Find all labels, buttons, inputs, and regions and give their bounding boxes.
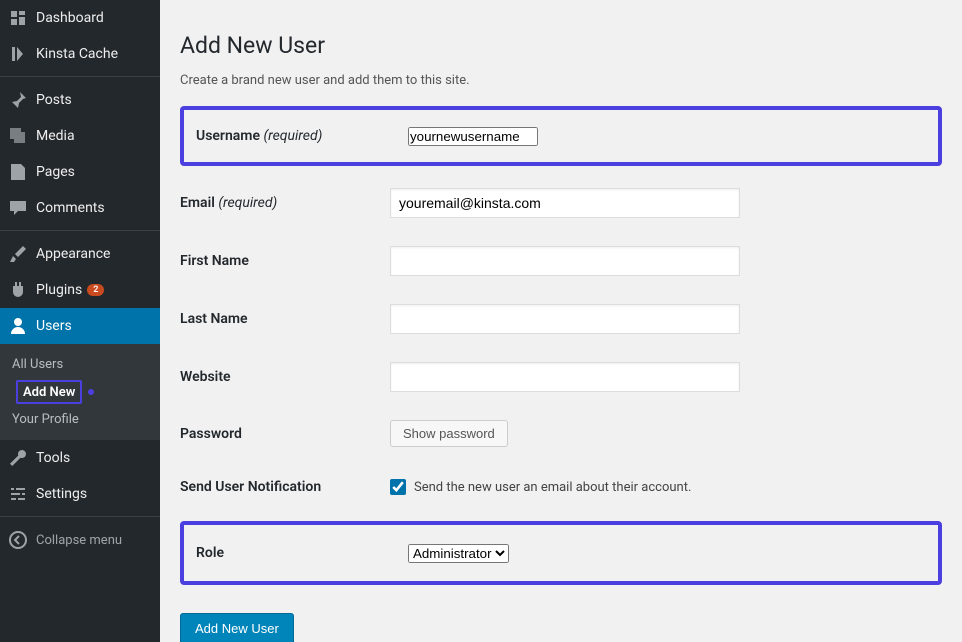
username-label: Username (required) [192, 116, 404, 156]
role-select[interactable]: Administrator [408, 544, 509, 563]
website-input[interactable] [390, 362, 740, 392]
sidebar-separator [0, 226, 160, 231]
page-description: Create a brand new user and add them to … [180, 73, 942, 88]
sidebar-item-tools[interactable]: Tools [0, 440, 160, 476]
sidebar-separator [0, 72, 160, 77]
collapse-icon [8, 530, 28, 550]
sidebar-label: Media [36, 128, 75, 144]
role-highlight: Role Administrator [180, 521, 942, 585]
page-title: Add New User [180, 32, 942, 59]
sliders-icon [8, 484, 28, 504]
sidebar-label: Settings [36, 486, 87, 502]
first-name-input[interactable] [390, 246, 740, 276]
notification-checkbox-row[interactable]: Send the new user an email about their a… [390, 479, 932, 495]
sidebar-submenu-users: All Users Add New Your Profile [0, 344, 160, 440]
sidebar-label: Comments [36, 200, 105, 216]
comment-icon [8, 198, 28, 218]
form-row-notification: Send User Notification Send the new user… [180, 461, 942, 513]
submenu-add-new-highlight: Add New [16, 380, 82, 404]
sidebar-separator [0, 512, 160, 517]
sidebar-label: Pages [36, 164, 75, 180]
email-label: Email (required) [180, 174, 380, 232]
form-row-password: Password Show password [180, 406, 942, 461]
sidebar-item-kinsta-cache[interactable]: Kinsta Cache [0, 36, 160, 72]
role-label: Role [192, 531, 404, 575]
user-form-table: Email (required) First Name Last Name We… [180, 174, 942, 513]
sidebar-label: Plugins [36, 282, 82, 298]
sidebar-label: Users [36, 318, 72, 334]
notification-text: Send the new user an email about their a… [414, 480, 691, 495]
show-password-button[interactable]: Show password [390, 420, 508, 447]
sidebar-label: Dashboard [36, 10, 104, 26]
last-name-input[interactable] [390, 304, 740, 334]
sidebar-label: Posts [36, 92, 72, 108]
sidebar-item-dashboard[interactable]: Dashboard [0, 0, 160, 36]
form-row-website: Website [180, 348, 942, 406]
password-label: Password [180, 406, 380, 461]
form-row-first-name: First Name [180, 232, 942, 290]
pages-icon [8, 162, 28, 182]
sidebar-item-posts[interactable]: Posts [0, 82, 160, 118]
kinsta-icon [8, 44, 28, 64]
username-input[interactable] [408, 127, 538, 146]
form-row-last-name: Last Name [180, 290, 942, 348]
admin-sidebar: Dashboard Kinsta Cache Posts Media Pages… [0, 0, 160, 642]
highlight-dot-icon [88, 389, 94, 395]
sidebar-label: Appearance [36, 246, 110, 262]
notification-label: Send User Notification [180, 461, 380, 513]
wrench-icon [8, 448, 28, 468]
submenu-add-new-row: Add New [0, 377, 160, 407]
collapse-label: Collapse menu [36, 533, 122, 548]
media-icon [8, 126, 28, 146]
sidebar-item-comments[interactable]: Comments [0, 190, 160, 226]
email-input[interactable] [390, 188, 740, 218]
sidebar-item-users[interactable]: Users [0, 308, 160, 344]
notification-checkbox[interactable] [390, 479, 406, 495]
sidebar-item-media[interactable]: Media [0, 118, 160, 154]
sidebar-item-pages[interactable]: Pages [0, 154, 160, 190]
website-label: Website [180, 348, 380, 406]
last-name-label: Last Name [180, 290, 380, 348]
main-content: Add New User Create a brand new user and… [160, 0, 962, 642]
submenu-your-profile[interactable]: Your Profile [0, 407, 160, 432]
sidebar-item-settings[interactable]: Settings [0, 476, 160, 512]
plug-icon [8, 280, 28, 300]
plugins-update-badge: 2 [87, 284, 104, 296]
pin-icon [8, 90, 28, 110]
sidebar-label: Kinsta Cache [36, 46, 118, 62]
sidebar-label: Tools [36, 450, 70, 466]
user-icon [8, 316, 28, 336]
collapse-menu[interactable]: Collapse menu [0, 522, 160, 558]
brush-icon [8, 244, 28, 264]
username-highlight: Username (required) [180, 106, 942, 166]
add-new-user-button[interactable]: Add New User [180, 613, 294, 642]
sidebar-item-plugins[interactable]: Plugins 2 [0, 272, 160, 308]
sidebar-item-appearance[interactable]: Appearance [0, 236, 160, 272]
form-row-email: Email (required) [180, 174, 942, 232]
dashboard-icon [8, 8, 28, 28]
submenu-add-new[interactable]: Add New [23, 385, 75, 400]
first-name-label: First Name [180, 232, 380, 290]
submenu-all-users[interactable]: All Users [0, 352, 160, 377]
